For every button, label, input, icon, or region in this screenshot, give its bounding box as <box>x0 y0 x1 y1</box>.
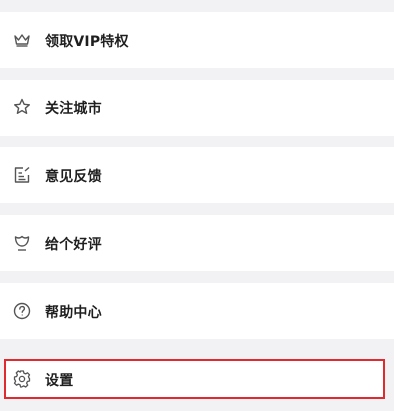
menu-item-label: 关注城市 <box>45 101 102 117</box>
menu-item-vip[interactable]: 领取VIP特权 <box>0 12 394 68</box>
settings-menu: 领取VIP特权 关注城市 意见反馈 给个好评 帮助中心 设置 <box>0 0 394 411</box>
menu-item-label: 帮助中心 <box>45 305 102 321</box>
menu-item-rate-us[interactable]: 给个好评 <box>0 215 394 271</box>
feedback-icon <box>12 165 32 185</box>
star-icon <box>12 97 32 117</box>
menu-item-label: 领取VIP特权 <box>45 34 129 50</box>
menu-item-settings[interactable]: 设置 <box>4 359 385 399</box>
tulip-icon <box>12 233 32 253</box>
menu-item-label: 给个好评 <box>45 237 102 253</box>
help-circle-icon <box>12 301 32 321</box>
menu-item-label: 设置 <box>45 373 74 389</box>
menu-item-label: 意见反馈 <box>45 169 102 185</box>
gear-icon <box>12 369 32 389</box>
crown-icon <box>12 30 32 50</box>
menu-item-help-center[interactable]: 帮助中心 <box>0 283 394 339</box>
menu-item-feedback[interactable]: 意见反馈 <box>0 147 394 203</box>
menu-item-follow-cities[interactable]: 关注城市 <box>0 80 394 136</box>
